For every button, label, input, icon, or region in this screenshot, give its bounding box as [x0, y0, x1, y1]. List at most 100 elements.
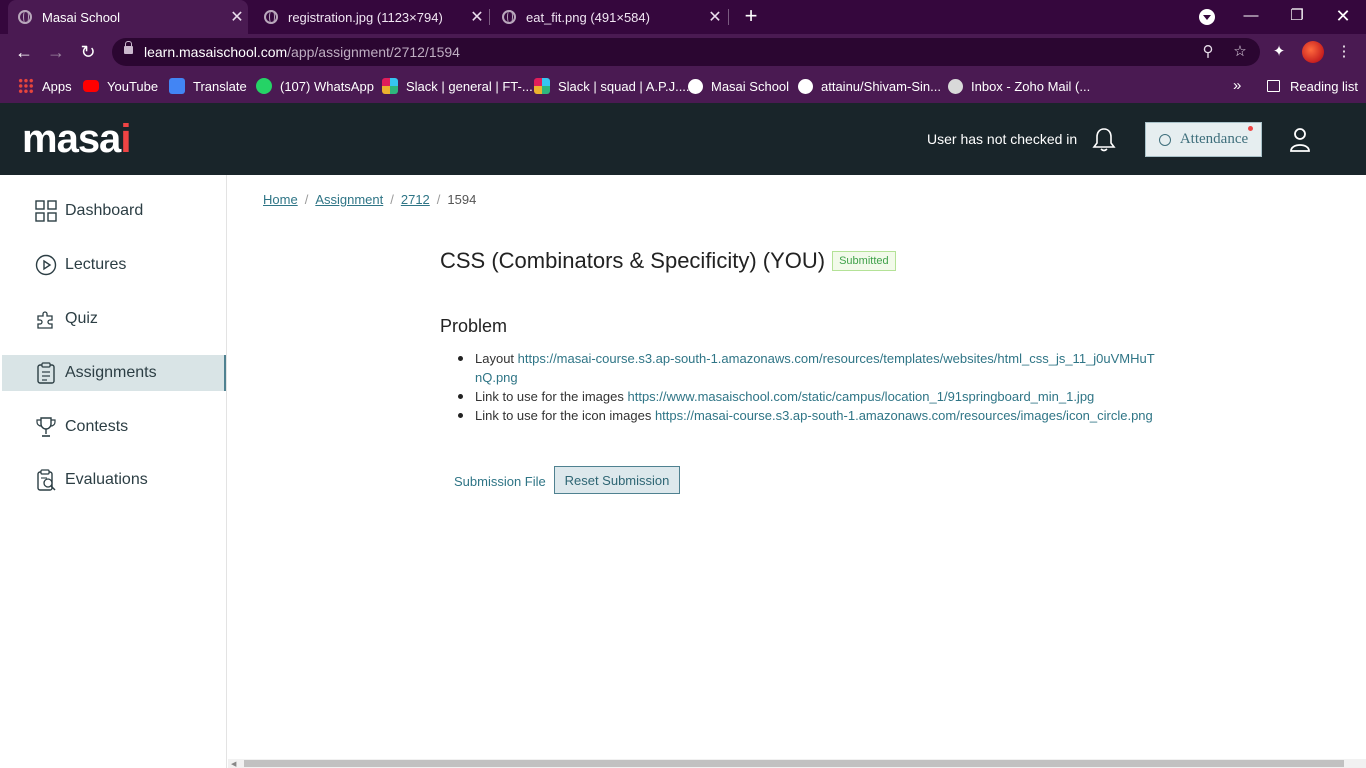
bookmark-slack-squad[interactable]: Slack | squad | A.P.J.... [534, 76, 690, 96]
sidebar-item-label: Evaluations [65, 471, 148, 488]
checkin-status: User has not checked in [927, 131, 1078, 147]
sidebar-item-contests[interactable]: Contests [2, 409, 226, 445]
tab-masai-school[interactable]: Masai School ✕ [8, 0, 248, 34]
youtube-icon [83, 80, 99, 92]
globe-icon [264, 10, 278, 24]
tab-search-icon[interactable] [1199, 9, 1215, 25]
breadcrumb-separator: / [304, 192, 309, 207]
bookmark-masai-school[interactable]: Masai School [688, 76, 789, 96]
tab-eat-fit[interactable]: eat_fit.png (491×584) ✕ [492, 0, 726, 34]
sidebar: Dashboard Lectures Quiz Assignments Cont… [0, 175, 227, 768]
evaluation-icon [37, 469, 56, 491]
list-item: Link to use for the icon images https://… [458, 406, 1158, 425]
layout-link[interactable]: https://masai-course.s3.ap-south-1.amazo… [475, 351, 1155, 385]
assignment-title-row: CSS (Combinators & Specificity) (YOU) Su… [440, 248, 896, 274]
sidebar-item-evaluations[interactable]: Evaluations [2, 462, 226, 498]
new-tab-button[interactable]: + [739, 4, 763, 28]
tab-title: Masai School [42, 9, 121, 25]
sidebar-item-lectures[interactable]: Lectures [2, 247, 226, 283]
scrollbar-thumb[interactable] [244, 760, 1344, 767]
bookmark-apps[interactable]: Apps [18, 76, 72, 96]
sidebar-item-assignments[interactable]: Assignments [2, 355, 226, 391]
globe-icon [688, 78, 703, 94]
reload-icon[interactable]: ↻ [76, 40, 100, 64]
problem-heading: Problem [440, 316, 508, 336]
bookmarks-overflow-button[interactable]: » [1233, 77, 1241, 94]
zoom-icon[interactable]: ⚲ [1198, 42, 1218, 62]
star-icon[interactable]: ☆ [1230, 42, 1250, 62]
close-icon[interactable]: ✕ [704, 7, 726, 27]
slack-icon [534, 78, 550, 94]
menu-icon[interactable]: ⋮ [1334, 42, 1354, 62]
sidebar-item-label: Dashboard [65, 202, 144, 219]
breadcrumb: Home / Assignment / 2712 / 1594 [263, 192, 476, 207]
tab-registration[interactable]: registration.jpg (1123×794) ✕ [254, 0, 488, 34]
breadcrumb-id-link[interactable]: 2712 [401, 192, 430, 207]
list-item: Link to use for the images https://www.m… [458, 387, 1158, 406]
sidebar-item-label: Contests [65, 418, 129, 435]
extensions-icon[interactable]: ✦ [1269, 42, 1289, 62]
bookmark-youtube[interactable]: YouTube [83, 76, 158, 96]
scroll-left-icon[interactable]: ◀ [231, 760, 236, 768]
restore-icon[interactable]: ❐ [1274, 0, 1320, 34]
minimize-icon[interactable]: — [1228, 0, 1274, 34]
app-header: masai User has not checked in Attendance [0, 103, 1366, 175]
zoho-mail-icon [948, 78, 963, 94]
problem-list: Layout https://masai-course.s3.ap-south-… [458, 349, 1158, 425]
globe-icon [502, 10, 516, 24]
clock-icon [1158, 133, 1171, 146]
window-close-icon[interactable]: ✕ [1320, 0, 1366, 34]
tab-divider [728, 9, 729, 25]
masai-logo[interactable]: masai [22, 117, 131, 162]
play-circle-icon [35, 254, 57, 276]
sidebar-item-label: Lectures [65, 256, 127, 273]
translate-icon [169, 78, 185, 94]
reset-submission-button[interactable]: Reset Submission [554, 466, 680, 494]
close-icon[interactable]: ✕ [226, 7, 248, 27]
bookmark-translate[interactable]: Translate [169, 76, 247, 96]
bookmark-slack-general[interactable]: Slack | general | FT-... [382, 76, 533, 96]
bookmarks-bar: Apps YouTube Translate (107) WhatsApp Sl… [0, 70, 1366, 103]
forward-icon[interactable]: → [44, 40, 68, 64]
horizontal-scrollbar[interactable]: ◀ [228, 759, 1366, 768]
back-icon[interactable]: ← [12, 40, 36, 64]
sidebar-item-dashboard[interactable]: Dashboard [2, 193, 226, 229]
assignment-title: CSS (Combinators & Specificity) (YOU) [440, 248, 826, 273]
sidebar-item-quiz[interactable]: Quiz [2, 301, 226, 337]
bookmark-zoho-mail[interactable]: Inbox - Zoho Mail (... [948, 76, 1090, 96]
attendance-label: Attendance [1179, 131, 1249, 147]
browser-toolbar: ← → ↻ learn.masaischool.com/app/assignme… [0, 34, 1366, 70]
bell-icon[interactable] [1092, 127, 1116, 153]
browser-tab-bar: Masai School ✕ registration.jpg (1123×79… [0, 0, 1366, 34]
slack-icon [382, 78, 398, 94]
breadcrumb-separator: / [390, 192, 394, 207]
breadcrumb-home-link[interactable]: Home [263, 192, 298, 207]
tab-title: registration.jpg (1123×794) [288, 9, 443, 25]
profile-avatar[interactable] [1302, 41, 1324, 63]
reading-list-button[interactable]: Reading list [1267, 76, 1358, 96]
lock-icon[interactable] [124, 41, 133, 54]
bookmark-whatsapp[interactable]: (107) WhatsApp [256, 76, 374, 96]
tab-divider [489, 9, 490, 25]
sidebar-item-label: Quiz [65, 310, 98, 327]
breadcrumb-assignment-link[interactable]: Assignment [315, 192, 383, 207]
puzzle-icon [37, 311, 53, 329]
sidebar-item-label: Assignments [65, 364, 157, 381]
icon-images-link[interactable]: https://masai-course.s3.ap-south-1.amazo… [655, 408, 1153, 423]
reading-list-icon [1267, 80, 1280, 92]
github-icon [798, 78, 813, 94]
status-badge: Submitted [832, 251, 896, 271]
clipboard-icon [37, 362, 55, 384]
close-icon[interactable]: ✕ [466, 7, 488, 27]
breadcrumb-separator: / [436, 192, 441, 207]
url-text[interactable]: learn.masaischool.com/app/assignment/271… [144, 44, 460, 60]
address-bar[interactable]: learn.masaischool.com/app/assignment/271… [112, 38, 1260, 66]
user-icon[interactable] [1289, 127, 1311, 153]
whatsapp-icon [256, 78, 272, 94]
images-link[interactable]: https://www.masaischool.com/static/campu… [627, 389, 1094, 404]
bookmark-github[interactable]: attainu/Shivam-Sin... [798, 76, 941, 96]
submission-file-link[interactable]: Submission File [454, 474, 546, 489]
list-item: Layout https://masai-course.s3.ap-south-… [458, 349, 1158, 387]
attendance-button[interactable]: Attendance [1145, 122, 1262, 157]
globe-icon [18, 10, 32, 24]
